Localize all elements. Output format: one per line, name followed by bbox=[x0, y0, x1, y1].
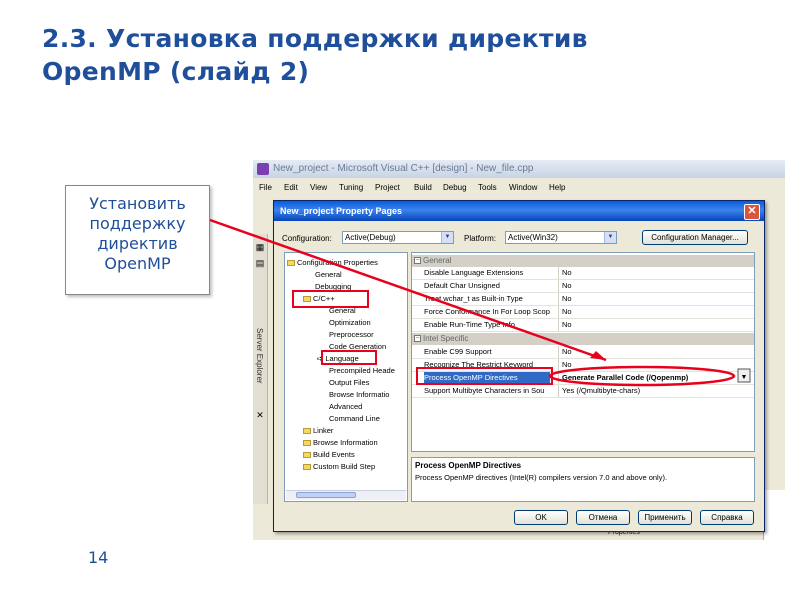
grid-row[interactable]: Enable C99 Support No bbox=[412, 346, 754, 359]
tree-item-browse-info[interactable]: Browse Information bbox=[303, 438, 378, 447]
tree-item-general[interactable]: General bbox=[315, 270, 342, 279]
menu-file[interactable]: File bbox=[259, 183, 272, 192]
tree-item-cpp-general[interactable]: General bbox=[329, 306, 356, 315]
tree-horizontal-scrollbar[interactable] bbox=[286, 490, 406, 500]
ide-window-title: New_project - Microsoft Visual C++ [desi… bbox=[273, 163, 534, 174]
grid-row[interactable]: Disable Language Extensions No bbox=[412, 267, 754, 280]
dialog-title: New_project Property Pages bbox=[280, 206, 403, 216]
slide-title: 2.3. Установка поддержки директив OpenMP… bbox=[42, 22, 782, 88]
folder-open-icon bbox=[287, 260, 295, 267]
tree-item-configuration-properties[interactable]: Configuration Properties bbox=[287, 258, 378, 267]
grid-row[interactable]: Support Multibyte Characters in Sou Yes (… bbox=[412, 385, 754, 398]
property-description-panel: Process OpenMP Directives Process OpenMP… bbox=[411, 457, 755, 502]
folder-icon bbox=[303, 452, 311, 459]
server-explorer-tab[interactable]: Server Explorer bbox=[255, 328, 264, 384]
tools-icon[interactable]: ✕ bbox=[255, 410, 265, 420]
configuration-manager-button[interactable]: Configuration Manager... bbox=[642, 230, 748, 245]
tree-item-build-events[interactable]: Build Events bbox=[303, 450, 355, 459]
menu-help[interactable]: Help bbox=[549, 183, 565, 192]
tree-item-output-files[interactable]: Output Files bbox=[329, 378, 369, 387]
configuration-label: Configuration: bbox=[282, 234, 332, 243]
help-button[interactable]: Справка bbox=[700, 510, 754, 525]
description-text: Process OpenMP directives (Intel(R) comp… bbox=[415, 473, 668, 482]
scrollbar-thumb[interactable] bbox=[296, 492, 356, 498]
grid-row[interactable]: Enable Run-Time Type Info No bbox=[412, 319, 754, 332]
chevron-down-icon: ▼ bbox=[441, 232, 453, 243]
grid-row[interactable]: Default Char Unsigned No bbox=[412, 280, 754, 293]
callout-line: директив bbox=[97, 234, 178, 253]
chevron-down-icon: ▼ bbox=[604, 232, 616, 243]
grid-category-general[interactable]: − General bbox=[412, 255, 754, 267]
server-explorer-icon[interactable]: ▦ bbox=[255, 242, 265, 252]
menu-tools[interactable]: Tools bbox=[478, 183, 497, 192]
tree-item-optimization[interactable]: Optimization bbox=[329, 318, 371, 327]
menu-debug[interactable]: Debug bbox=[443, 183, 467, 192]
ok-button[interactable]: OK bbox=[514, 510, 568, 525]
folder-icon bbox=[303, 440, 311, 447]
close-icon[interactable]: ✕ bbox=[744, 204, 760, 220]
platform-select[interactable]: Active(Win32) ▼ bbox=[505, 231, 617, 244]
description-title: Process OpenMP Directives bbox=[415, 461, 522, 470]
visual-studio-icon bbox=[257, 163, 269, 175]
toolbox-icon[interactable]: ▤ bbox=[255, 258, 265, 268]
menu-view[interactable]: View bbox=[310, 183, 327, 192]
folder-icon bbox=[303, 464, 311, 471]
slide-title-line-1: 2.3. Установка поддержки директив bbox=[42, 24, 588, 53]
slide-title-line-2: OpenMP (слайд 2) bbox=[42, 57, 310, 86]
tree-item-code-generation[interactable]: Code Generation bbox=[329, 342, 386, 351]
collapse-icon[interactable]: − bbox=[414, 257, 421, 265]
tree-item-command-line[interactable]: Command Line bbox=[329, 414, 380, 423]
tree-item-advanced[interactable]: Advanced bbox=[329, 402, 362, 411]
grid-row[interactable]: Force Conformance In For Loop Scop No bbox=[412, 306, 754, 319]
apply-button[interactable]: Применить bbox=[638, 510, 692, 525]
tree-item-custom-build-step[interactable]: Custom Build Step bbox=[303, 462, 375, 471]
tree-item-c-cpp[interactable]: C/C++ bbox=[303, 294, 335, 303]
ide-titlebar: New_project - Microsoft Visual C++ [desi… bbox=[253, 160, 785, 178]
tree-item-linker[interactable]: Linker bbox=[303, 426, 333, 435]
settings-tree: Configuration Properties General Debuggi… bbox=[284, 252, 408, 502]
grid-row[interactable]: Treat wchar_t as Built-in Type No bbox=[412, 293, 754, 306]
callout-box: Установить поддержку директив OpenMP bbox=[65, 185, 210, 295]
menu-build[interactable]: Build bbox=[414, 183, 432, 192]
dialog-titlebar: New_project Property Pages ✕ bbox=[274, 201, 764, 221]
configuration-select[interactable]: Active(Debug) ▼ bbox=[342, 231, 454, 244]
grid-row-process-openmp[interactable]: Process OpenMP Directives Generate Parall… bbox=[412, 372, 754, 385]
property-pages-dialog: New_project Property Pages ✕ Configurati… bbox=[273, 200, 765, 532]
callout-line: поддержку bbox=[89, 214, 186, 233]
cancel-button[interactable]: Отмена bbox=[576, 510, 630, 525]
callout-line: Установить bbox=[89, 194, 186, 213]
menu-tuning[interactable]: Tuning bbox=[339, 183, 363, 192]
configuration-value: Active(Debug) bbox=[345, 233, 396, 242]
tree-item-preprocessor[interactable]: Preprocessor bbox=[329, 330, 374, 339]
folder-open-icon bbox=[303, 296, 311, 303]
menu-project[interactable]: Project bbox=[375, 183, 400, 192]
menu-window[interactable]: Window bbox=[509, 183, 537, 192]
menu-edit[interactable]: Edit bbox=[284, 183, 298, 192]
grid-category-intel-specific[interactable]: − Intel Specific bbox=[412, 333, 754, 345]
tree-item-browse-information[interactable]: Browse Informatio bbox=[329, 390, 389, 399]
ide-right-panel bbox=[763, 490, 785, 540]
ide-side-toolstrip: ▦ ▤ Server Explorer ✕ bbox=[253, 234, 268, 504]
property-grid: − General Disable Language Extensions No D… bbox=[411, 252, 755, 452]
platform-label: Platform: bbox=[464, 234, 497, 243]
callout-line: OpenMP bbox=[104, 254, 171, 273]
tree-item-precompiled-headers[interactable]: Precompiled Heade bbox=[329, 366, 395, 375]
tree-item-debugging[interactable]: Debugging bbox=[315, 282, 351, 291]
collapse-icon[interactable]: − bbox=[414, 335, 421, 343]
openmp-value-select[interactable]: Generate Parallel Code (/Qopenmp) bbox=[558, 372, 754, 384]
tree-item-language[interactable]: ➪ Language bbox=[317, 354, 359, 363]
page-number: 14 bbox=[88, 548, 109, 567]
platform-value: Active(Win32) bbox=[508, 233, 558, 242]
folder-icon bbox=[303, 428, 311, 435]
grid-row[interactable]: Recognize The Restrict Keyword No bbox=[412, 359, 754, 372]
ide-menubar: File Edit View Tuning Project Build Debu… bbox=[253, 180, 785, 196]
